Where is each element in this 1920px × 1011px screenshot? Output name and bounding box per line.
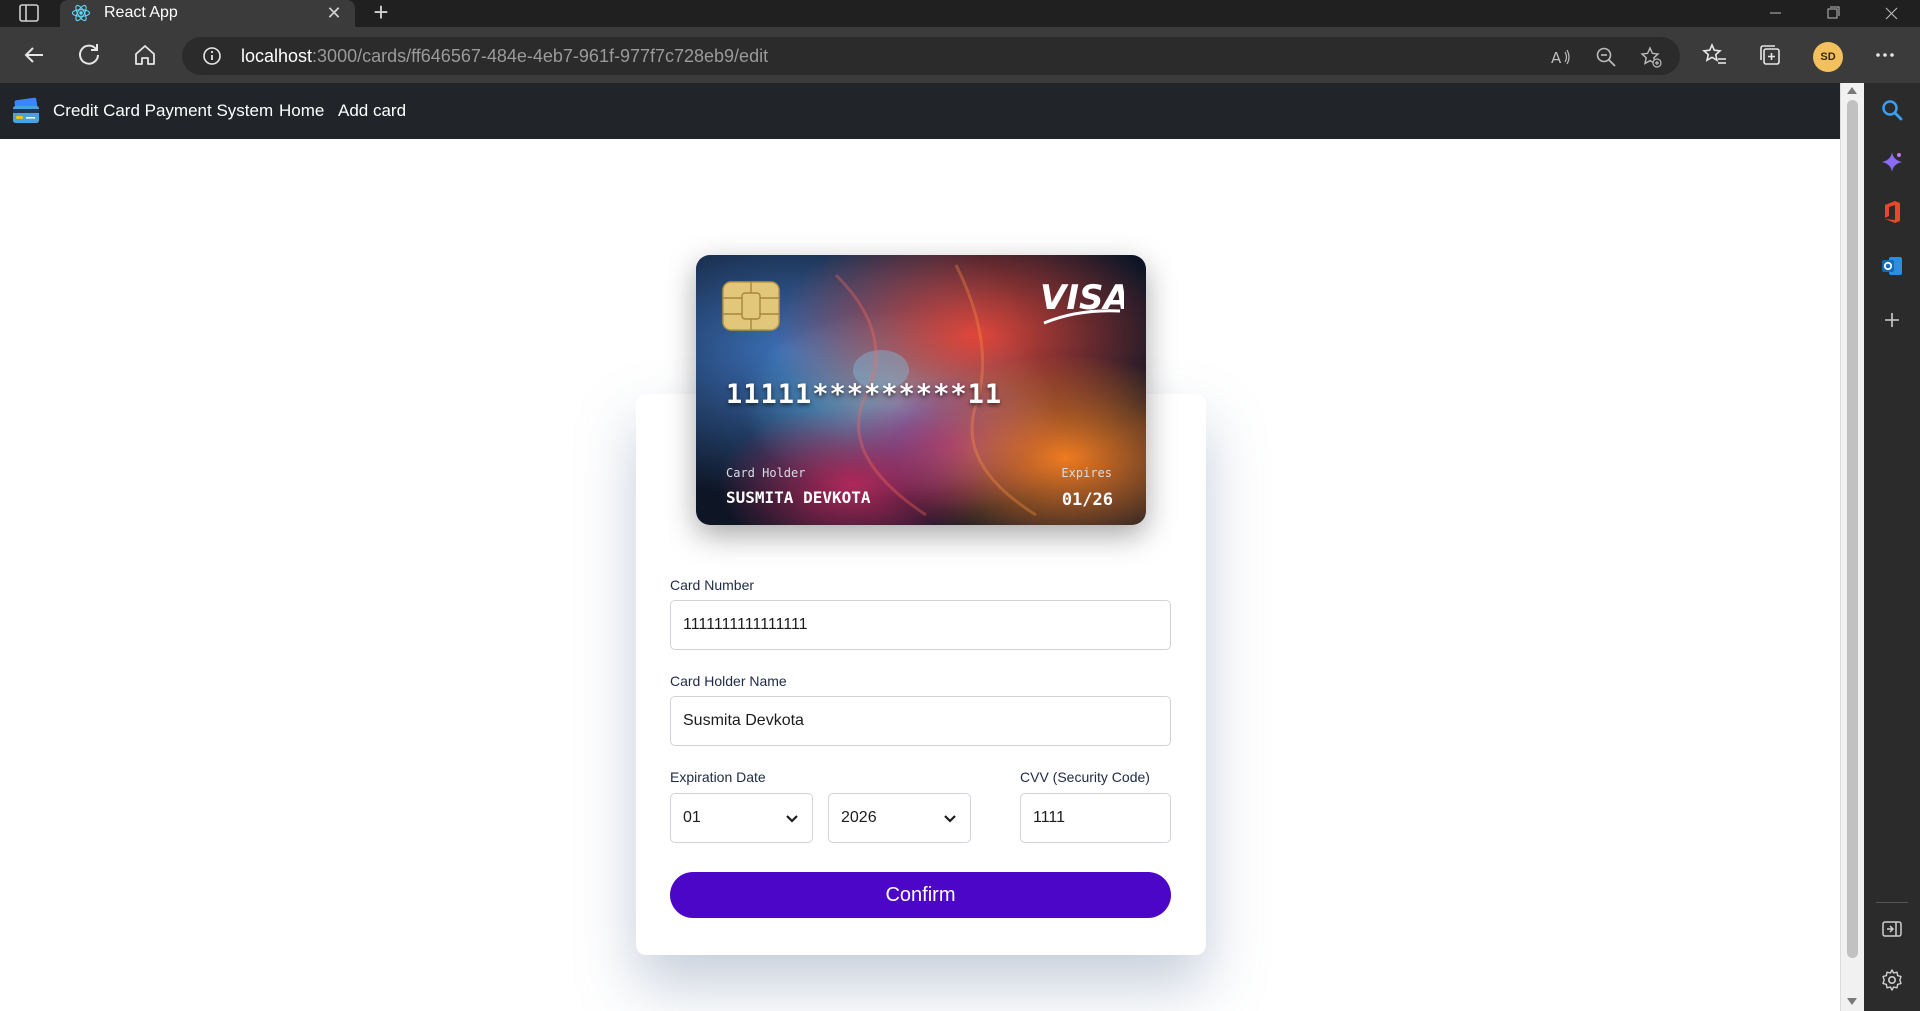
month-value: 01 xyxy=(683,809,701,826)
confirm-button[interactable]: Confirm xyxy=(670,872,1171,918)
hide-sidebar-icon[interactable] xyxy=(1880,917,1904,941)
card-holder-label: Card Holder Name xyxy=(670,673,787,689)
chevron-down-icon xyxy=(786,815,798,823)
card-number-label: Card Number xyxy=(670,577,755,593)
visa-logo-icon: VISA xyxy=(1040,278,1124,325)
svg-text:A: A xyxy=(1551,49,1562,67)
app-navbar: Credit Card Payment System Home Add card xyxy=(0,83,1840,139)
url-text: localhost:3000/cards/ff646567-484e-4eb7-… xyxy=(241,46,768,67)
close-tab-icon[interactable]: ✕ xyxy=(324,3,344,23)
add-sidebar-app-icon[interactable] xyxy=(1880,308,1904,332)
restore-window-icon[interactable] xyxy=(1806,0,1861,27)
credit-card-preview: VISA 11111*********11 Card Holder SUSMIT… xyxy=(696,255,1146,525)
tab-title: React App xyxy=(104,4,178,21)
url-host: localhost xyxy=(241,46,313,66)
add-favorite-icon[interactable] xyxy=(1640,46,1662,68)
collections-icon[interactable] xyxy=(1755,40,1785,70)
expires-display: 01/26 xyxy=(1061,490,1113,510)
nav-link-add-card[interactable]: Add card xyxy=(338,101,406,121)
minimize-window-icon[interactable] xyxy=(1748,0,1803,27)
read-aloud-icon[interactable]: A xyxy=(1550,46,1572,68)
profile-avatar[interactable]: SD xyxy=(1813,42,1843,72)
outlook-icon[interactable] xyxy=(1880,254,1904,278)
zoom-out-icon[interactable] xyxy=(1595,46,1617,68)
credit-card-logo-icon[interactable] xyxy=(12,97,40,125)
tab-actions-icon[interactable] xyxy=(18,3,40,23)
card-number-input[interactable] xyxy=(670,600,1171,650)
card-holder-caption: Card Holder xyxy=(726,466,806,480)
scroll-down-arrow-icon[interactable] xyxy=(1847,998,1857,1005)
more-menu-icon[interactable] xyxy=(1870,40,1900,70)
scrollbar-thumb[interactable] xyxy=(1847,100,1858,958)
office-icon[interactable] xyxy=(1880,200,1904,224)
expiration-year-select[interactable]: 2026 xyxy=(828,793,971,843)
refresh-icon[interactable] xyxy=(74,40,104,70)
favorites-icon[interactable] xyxy=(1700,40,1730,70)
browser-tab-active[interactable]: React App ✕ xyxy=(60,0,355,27)
card-chip-icon xyxy=(722,281,780,331)
browser-toolbar: localhost:3000/cards/ff646567-484e-4eb7-… xyxy=(0,27,1920,83)
browser-side-panel xyxy=(1864,83,1920,1011)
home-icon[interactable] xyxy=(130,40,160,70)
card-holder-display: SUSMITA DEVKOTA xyxy=(726,488,871,507)
expires-caption: Expires xyxy=(1061,466,1112,480)
cvv-input[interactable] xyxy=(1020,793,1171,843)
brand-name[interactable]: Credit Card Payment System xyxy=(53,101,273,121)
browser-tab-bar: React App ✕ + xyxy=(0,0,1920,27)
close-window-icon[interactable] xyxy=(1864,0,1919,27)
settings-gear-icon[interactable] xyxy=(1880,968,1904,992)
card-number-display: 11111*********11 xyxy=(726,379,1003,410)
react-logo-icon xyxy=(71,3,91,23)
back-arrow-icon[interactable] xyxy=(19,40,49,70)
expiration-month-select[interactable]: 01 xyxy=(670,793,813,843)
expiration-date-label: Expiration Date xyxy=(670,769,766,785)
site-info-icon[interactable] xyxy=(202,46,222,66)
url-path: :3000/cards/ff646567-484e-4eb7-961f-977f… xyxy=(312,46,769,66)
address-bar[interactable]: localhost:3000/cards/ff646567-484e-4eb7-… xyxy=(182,37,1680,75)
copilot-sparkle-icon[interactable] xyxy=(1880,150,1904,174)
chevron-down-icon xyxy=(944,815,956,823)
nav-link-home[interactable]: Home xyxy=(279,101,324,121)
page-viewport: Credit Card Payment System Home Add card xyxy=(0,83,1840,1011)
year-value: 2026 xyxy=(841,809,877,826)
search-icon[interactable] xyxy=(1880,98,1904,122)
card-holder-input[interactable] xyxy=(670,696,1171,746)
scroll-up-arrow-icon[interactable] xyxy=(1847,87,1857,94)
page-scrollbar[interactable] xyxy=(1840,83,1864,1011)
cvv-label: CVV (Security Code) xyxy=(1020,769,1150,785)
sidebar-divider xyxy=(1876,902,1908,903)
new-tab-icon[interactable]: + xyxy=(368,0,394,25)
